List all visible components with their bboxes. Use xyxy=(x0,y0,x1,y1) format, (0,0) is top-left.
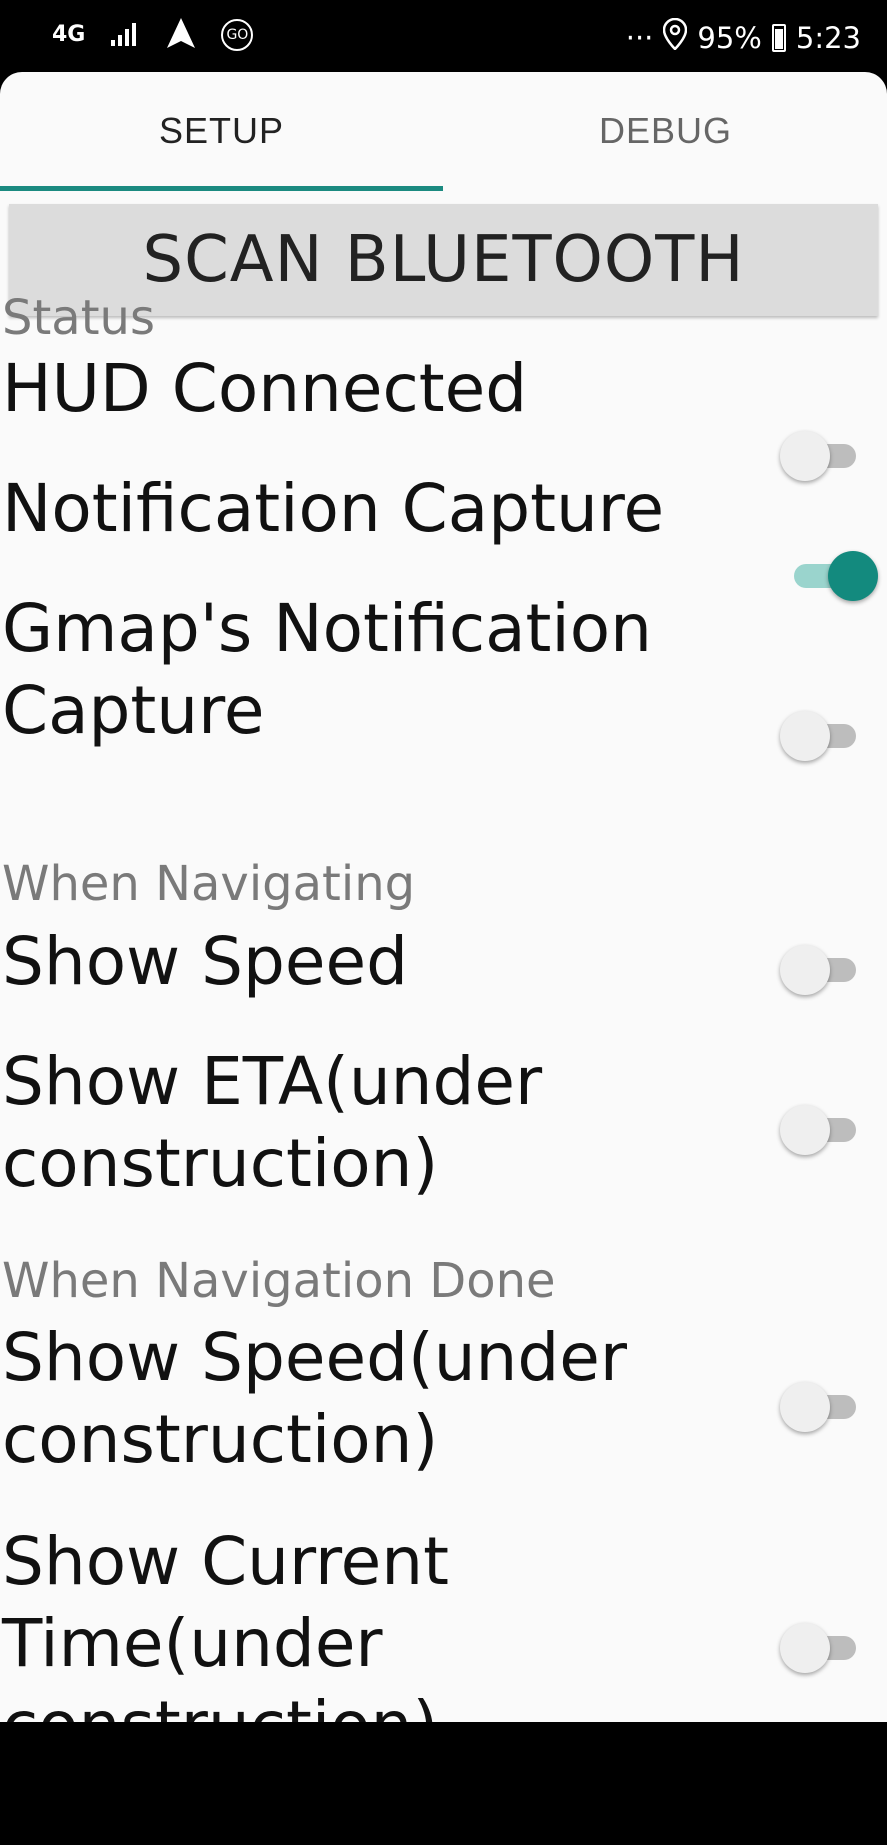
tab-indicator xyxy=(0,186,443,191)
done-show-speed-label-line1: Show Speed(under xyxy=(2,1319,628,1396)
show-time-label-line2: Time(under xyxy=(2,1605,383,1682)
network-type: 4G xyxy=(52,22,86,47)
go-badge-icon: GO xyxy=(221,19,254,51)
section-navigation-done: When Navigation Done xyxy=(2,1253,556,1309)
signal-icon xyxy=(111,20,141,50)
show-time-label-line1: Show Current xyxy=(2,1523,449,1600)
notification-capture-label: Notification Capture xyxy=(2,470,665,547)
hud-connected-switch[interactable] xyxy=(780,431,860,481)
show-eta-switch[interactable] xyxy=(780,1105,860,1155)
more-dots: ··· xyxy=(625,20,654,55)
location-pin-icon xyxy=(663,17,688,57)
battery-icon xyxy=(771,23,786,52)
section-navigating: When Navigating xyxy=(2,856,416,912)
show-time-label-line3: construction) xyxy=(2,1685,438,1722)
tab-setup[interactable]: SETUP xyxy=(0,72,443,190)
show-speed-switch[interactable] xyxy=(780,945,860,995)
navigation-arrow-icon xyxy=(167,18,196,52)
app-window: SETUP DEBUG SCAN BLUETOOTH Status HUD Co… xyxy=(0,72,887,1722)
battery-percent: 95% xyxy=(697,20,762,55)
status-bar: 4G GO ··· 95% 5:23 xyxy=(0,0,887,72)
tab-debug[interactable]: DEBUG xyxy=(444,72,887,190)
clock: 5:23 xyxy=(795,20,861,55)
show-eta-label-line1: Show ETA(under xyxy=(2,1043,543,1120)
show-speed-label: Show Speed xyxy=(2,923,408,1000)
show-eta-label-line2: construction) xyxy=(2,1125,439,1202)
done-show-speed-label-line2: construction) xyxy=(2,1401,439,1478)
show-time-switch[interactable] xyxy=(780,1623,860,1673)
gmap-capture-label-line2: Capture xyxy=(2,672,265,749)
section-status: Status xyxy=(2,290,155,346)
gmap-capture-switch[interactable] xyxy=(780,711,860,761)
done-show-speed-switch[interactable] xyxy=(780,1382,860,1432)
notification-capture-switch[interactable] xyxy=(780,551,878,601)
hud-connected-label: HUD Connected xyxy=(2,350,528,427)
navigation-bar xyxy=(0,1722,887,1845)
tab-bar: SETUP DEBUG xyxy=(0,72,887,191)
gmap-capture-label-line1: Gmap's Notification xyxy=(2,590,652,667)
